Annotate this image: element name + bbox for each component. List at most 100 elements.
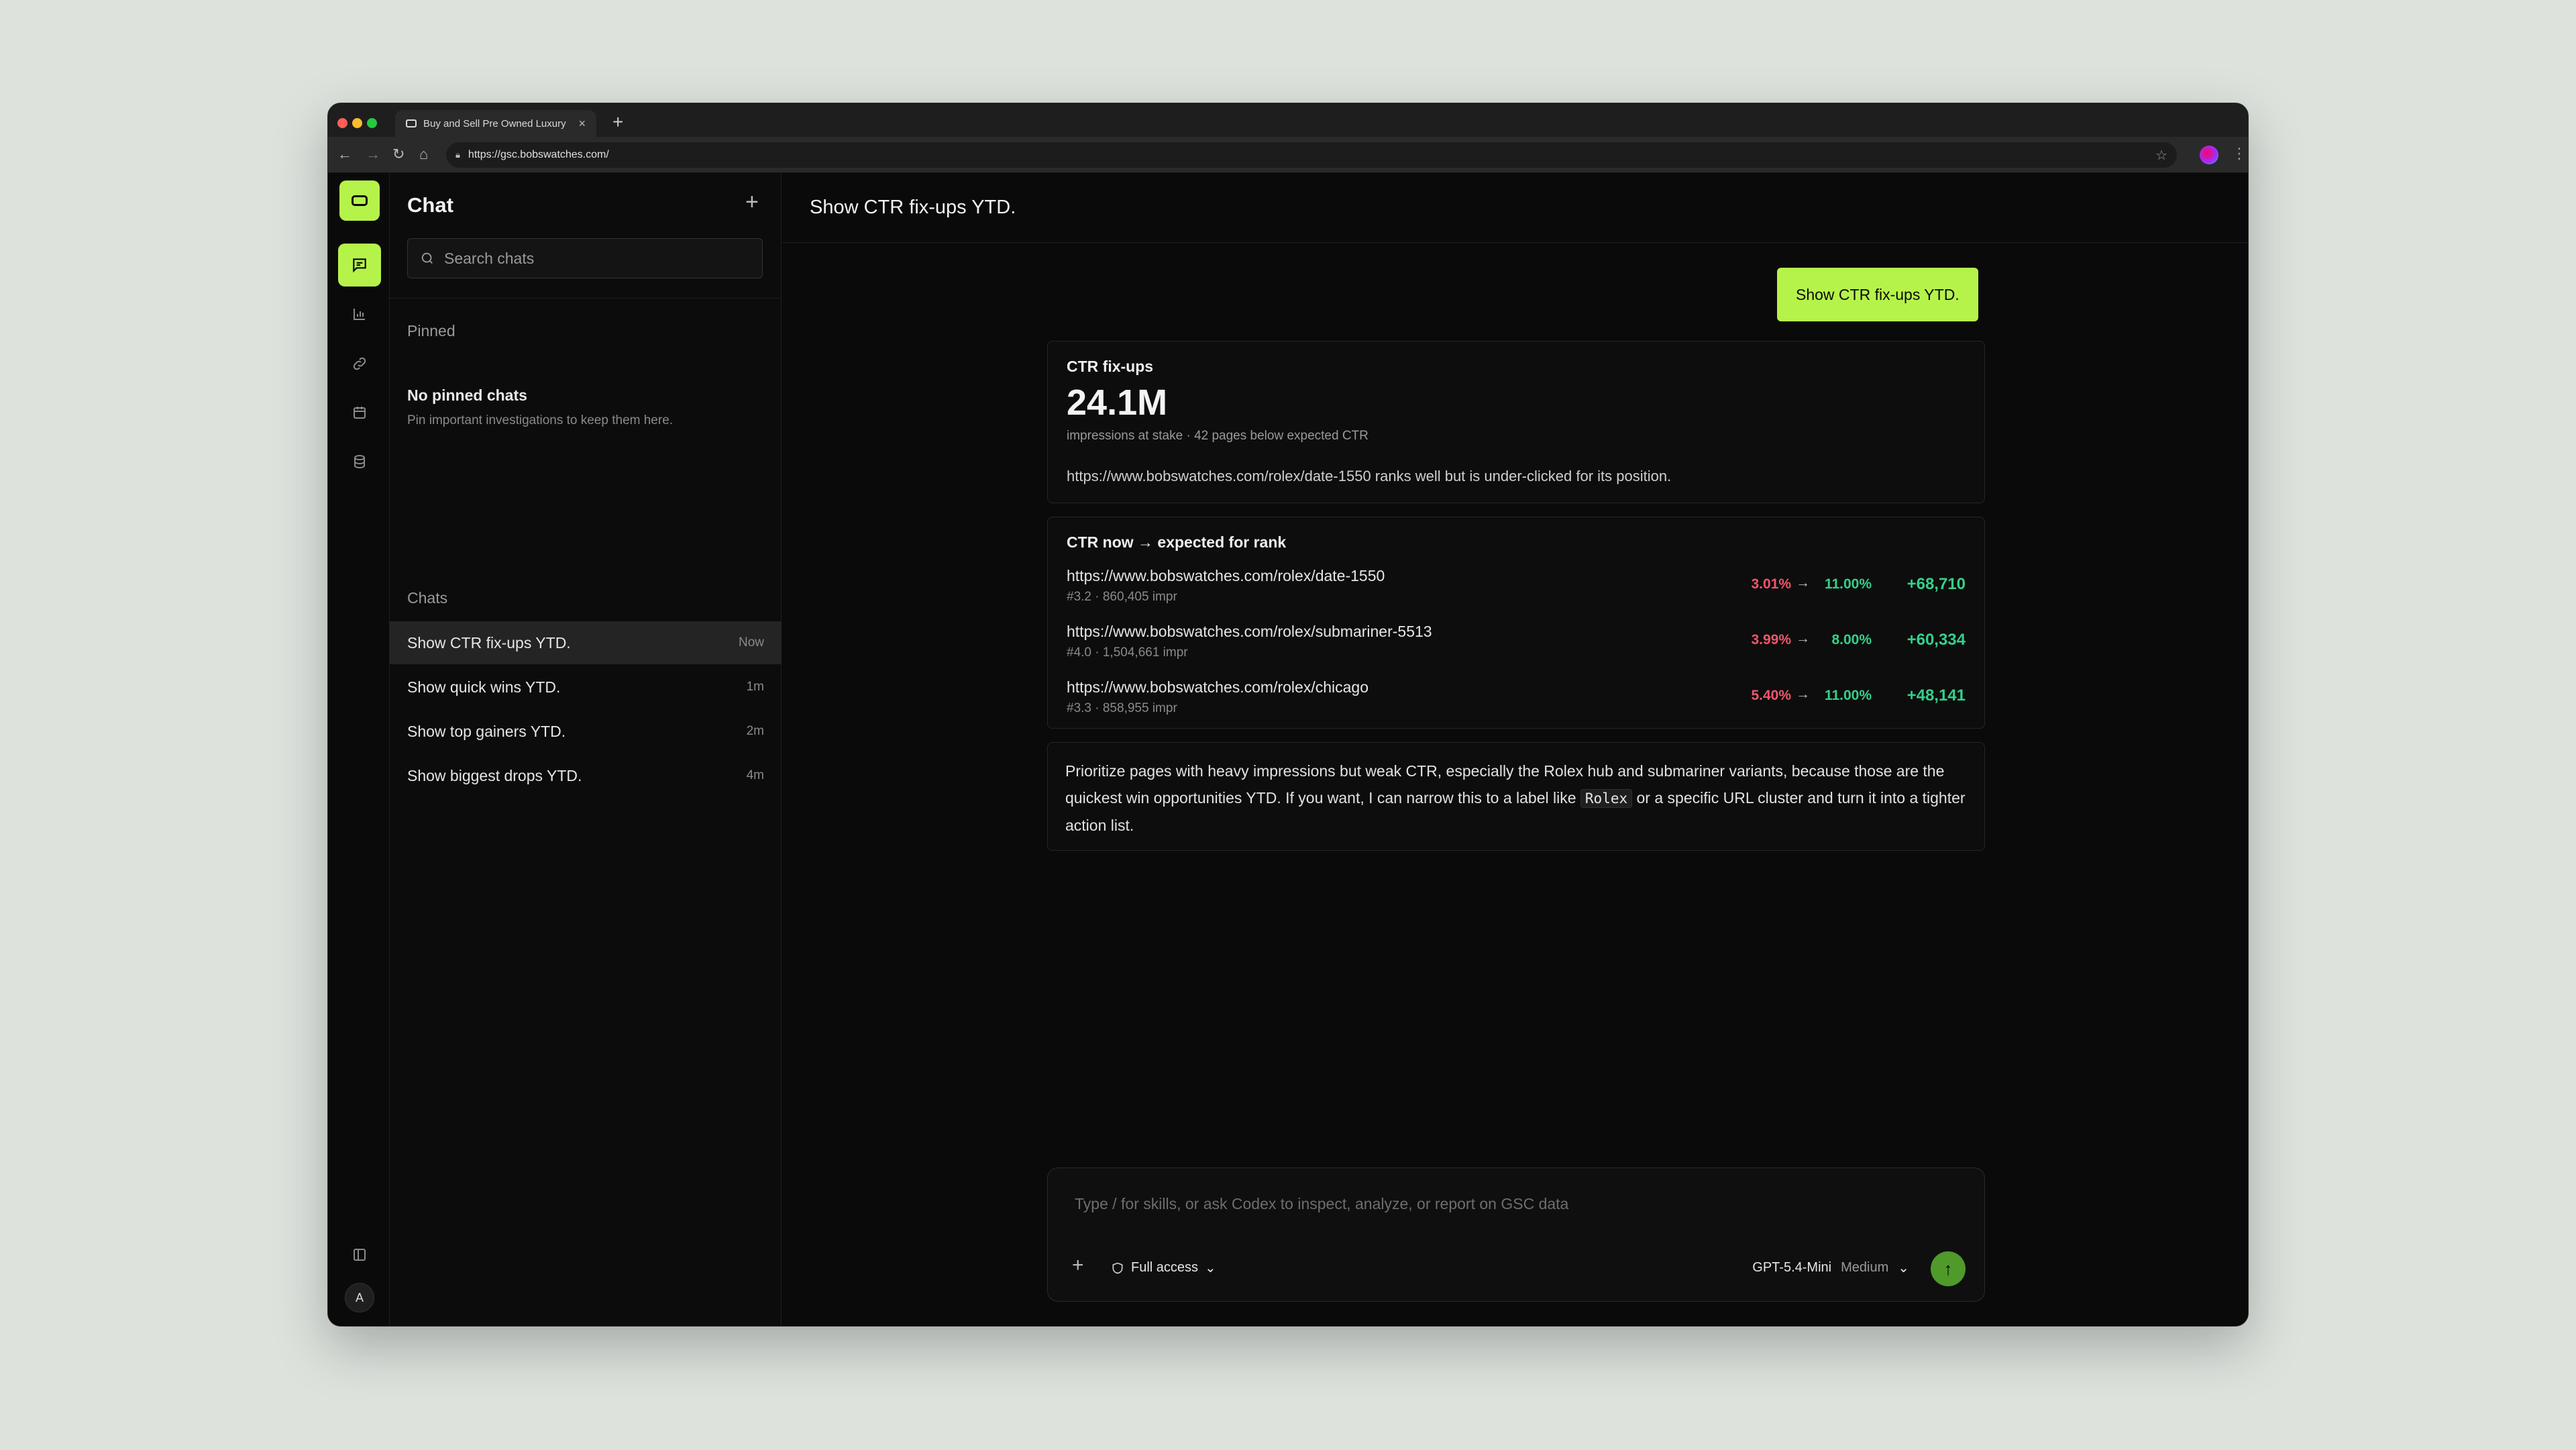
chats-label: Chats <box>407 589 448 607</box>
tab-title: Buy and Sell Pre Owned Luxury <box>423 117 566 130</box>
schedule-nav-button[interactable] <box>338 391 381 434</box>
user-avatar[interactable]: A <box>345 1283 374 1312</box>
minimize-window-button[interactable] <box>352 118 362 128</box>
table-row[interactable]: https://www.bobswatches.com/rolex/submar… <box>1067 623 1966 667</box>
chat-list-item[interactable]: Show quick wins YTD. 1m <box>390 666 782 709</box>
chat-item-label: Show CTR fix-ups YTD. <box>407 633 571 652</box>
label-code: Rolex <box>1580 789 1633 808</box>
row-url: https://www.bobswatches.com/rolex/submar… <box>1067 623 1432 640</box>
attach-button[interactable]: + <box>1072 1254 1084 1277</box>
maximize-window-button[interactable] <box>367 118 377 128</box>
row-meta: #3.2 · 860,405 impr <box>1067 590 1177 604</box>
composer-input[interactable]: Type / for skills, or ask Codex to inspe… <box>1075 1195 1568 1213</box>
advice-card: Prioritize pages with heavy impressions … <box>1047 742 1985 851</box>
forward-icon[interactable]: → <box>366 146 380 163</box>
chat-list-item[interactable]: Show biggest drops YTD. 4m <box>390 754 782 797</box>
browser-tab[interactable]: Buy and Sell Pre Owned Luxury × <box>395 110 596 137</box>
arrow-right-icon: → <box>1796 631 1810 646</box>
pinned-empty-subtitle: Pin important investigations to keep the… <box>407 413 674 427</box>
data-nav-button[interactable] <box>338 440 381 483</box>
chart-icon <box>354 309 365 320</box>
row-url: https://www.bobswatches.com/rolex/chicag… <box>1067 678 1368 696</box>
links-nav-button[interactable] <box>338 342 381 385</box>
model-label: GPT-5.4-Mini <box>1752 1260 1832 1275</box>
effort-label: Medium <box>1841 1260 1889 1275</box>
model-dropdown[interactable]: GPT-5.4-Mini Medium ⌄ <box>1752 1259 1909 1276</box>
app-logo[interactable] <box>339 180 380 221</box>
back-icon[interactable]: ← <box>337 146 352 163</box>
close-window-button[interactable] <box>337 118 347 128</box>
close-tab-icon[interactable]: × <box>578 117 586 131</box>
calendar-icon <box>354 407 366 419</box>
ctr-table-card: CTR now → expected for rank https://www.… <box>1047 517 1985 729</box>
bookmark-star-icon[interactable]: ☆ <box>2155 147 2167 164</box>
search-placeholder: Search chats <box>444 249 535 267</box>
chat-nav-button[interactable] <box>338 244 381 287</box>
profile-avatar[interactable] <box>2200 146 2218 164</box>
ctr-table-title: CTR now → expected for rank <box>1067 533 1287 551</box>
chat-item-time: 1m <box>746 680 764 694</box>
chat-list-item[interactable]: Show top gainers YTD. 2m <box>390 710 782 753</box>
logo-icon <box>352 195 368 206</box>
row-delta: +68,710 <box>1907 575 1966 593</box>
search-icon <box>421 252 433 264</box>
analytics-nav-button[interactable] <box>338 293 381 335</box>
reload-icon[interactable]: ↻ <box>392 146 405 163</box>
chat-item-time: Now <box>738 635 764 650</box>
advice-text: Prioritize pages with heavy impressions … <box>1065 758 1967 839</box>
home-icon[interactable]: ⌂ <box>419 146 428 163</box>
row-delta: +60,334 <box>1907 631 1966 649</box>
browser-menu-icon[interactable]: ⋮ <box>2232 145 2247 162</box>
chat-sidebar: Chat + Search chats Pinned No pinned cha… <box>390 173 782 1326</box>
chat-icon <box>353 258 366 273</box>
chat-title: Show CTR fix-ups YTD. <box>782 173 2248 243</box>
sidebar-divider <box>390 298 781 299</box>
arrow-right-icon: → <box>1796 686 1810 702</box>
chat-list-item[interactable]: Show CTR fix-ups YTD. Now <box>390 621 782 664</box>
row-url: https://www.bobswatches.com/rolex/date-1… <box>1067 567 1385 584</box>
summary-card: CTR fix-ups 24.1M impressions at stake ·… <box>1047 341 1985 503</box>
search-chats-input[interactable]: Search chats <box>407 238 763 278</box>
sidebar-title: Chat <box>407 193 453 217</box>
summary-title: CTR fix-ups <box>1067 358 1154 375</box>
row-ctr-now: 3.99% <box>1751 632 1791 648</box>
row-ctr-now: 3.01% <box>1751 576 1791 592</box>
app: A Chat + Search chats Pinned No pinned c… <box>328 173 2248 1326</box>
row-ctr-now: 5.40% <box>1751 688 1791 703</box>
message-composer: Type / for skills, or ask Codex to inspe… <box>1047 1168 1985 1302</box>
new-tab-button[interactable]: + <box>612 111 623 133</box>
lock-icon: 🔒︎ <box>455 150 460 160</box>
nav-rail: A <box>328 173 390 1326</box>
row-ctr-expected: 8.00% <box>1831 632 1872 648</box>
favicon-icon <box>406 119 417 127</box>
new-chat-button[interactable]: + <box>745 191 759 213</box>
row-meta: #3.3 · 858,955 impr <box>1067 701 1177 715</box>
tab-bar: Buy and Sell Pre Owned Luxury × + <box>328 103 2248 137</box>
chat-item-label: Show top gainers YTD. <box>407 722 566 740</box>
row-delta: +48,141 <box>1907 686 1966 705</box>
table-row[interactable]: https://www.bobswatches.com/rolex/date-1… <box>1067 567 1966 611</box>
url-text: https://gsc.bobswatches.com/ <box>468 149 609 160</box>
link-icon <box>353 357 366 370</box>
arrow-up-icon: ↑ <box>1943 1258 1953 1279</box>
browser-toolbar: ← → ↻ ⌂ 🔒︎ https://gsc.bobswatches.com/ … <box>328 137 2248 173</box>
summary-note: https://www.bobswatches.com/rolex/date-1… <box>1067 468 1672 484</box>
address-bar[interactable]: 🔒︎ https://gsc.bobswatches.com/ ☆ <box>446 142 2177 168</box>
arrow-right-icon: → <box>1796 575 1810 590</box>
browser-window: Buy and Sell Pre Owned Luxury × + ← → ↻ … <box>327 103 2249 1327</box>
chat-item-label: Show quick wins YTD. <box>407 678 561 696</box>
send-button[interactable]: ↑ <box>1931 1251 1966 1286</box>
toggle-panel-button[interactable] <box>338 1233 381 1276</box>
chevron-down-icon: ⌄ <box>1205 1261 1216 1276</box>
chat-main: Show CTR fix-ups YTD. Show CTR fix-ups Y… <box>782 173 2248 1326</box>
row-meta: #4.0 · 1,504,661 impr <box>1067 645 1188 660</box>
summary-value: 24.1M <box>1067 382 1168 423</box>
chat-item-time: 4m <box>746 768 764 782</box>
access-dropdown[interactable]: Full access ⌄ <box>1111 1259 1216 1276</box>
chevron-down-icon: ⌄ <box>1898 1261 1909 1276</box>
user-message: Show CTR fix-ups YTD. <box>1777 268 1978 321</box>
chat-item-time: 2m <box>746 724 764 738</box>
row-ctr-expected: 11.00% <box>1824 688 1872 703</box>
chat-item-label: Show biggest drops YTD. <box>407 766 582 784</box>
table-row[interactable]: https://www.bobswatches.com/rolex/chicag… <box>1067 678 1966 723</box>
